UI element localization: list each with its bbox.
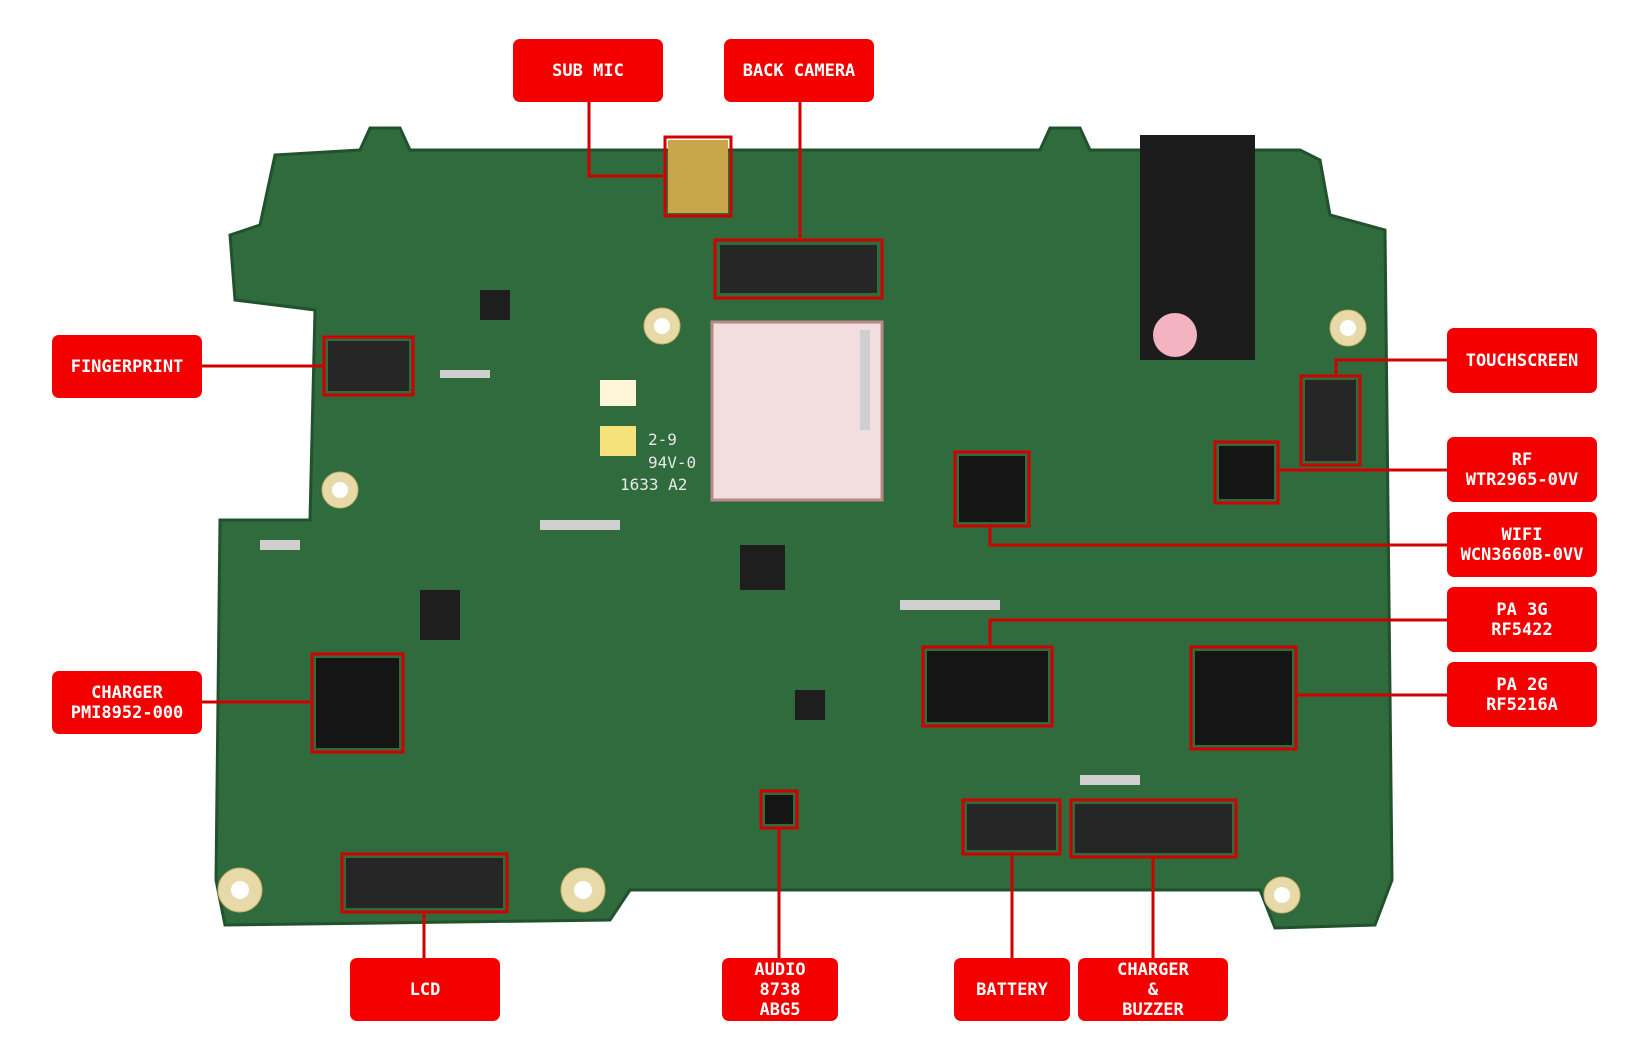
label-charger: CHARGER PMI8952-000 — [52, 671, 202, 734]
board-marking: 94V-0 — [648, 453, 696, 472]
label-charger-buzzer: CHARGER & BUZZER — [1078, 958, 1228, 1021]
pcb-diagram: 2-9 94V-0 1633 A2 — [202, 102, 1447, 958]
label-text: LCD — [409, 979, 441, 1000]
label-text: RF5422 — [1491, 619, 1553, 640]
label-text: BUZZER — [1122, 999, 1184, 1020]
label-touchscreen: TOUCHSCREEN — [1447, 328, 1597, 393]
label-text: WCN3660B-0VV — [1460, 544, 1584, 565]
label-rf: RF WTR2965-0VV — [1447, 437, 1597, 502]
label-text: CHARGER — [91, 682, 163, 703]
label-pa-3g: PA 3G RF5422 — [1447, 587, 1597, 652]
label-text: SUB MIC — [552, 60, 624, 81]
shield-window — [710, 320, 884, 502]
label-text: FINGERPRINT — [70, 356, 184, 377]
label-text: PMI8952-000 — [70, 702, 184, 723]
label-text: WTR2965-0VV — [1465, 469, 1579, 490]
label-text: 8738 — [759, 979, 801, 1000]
board-marking: 1633 A2 — [620, 475, 687, 494]
label-sub-mic: SUB MIC — [513, 39, 663, 102]
label-text: TOUCHSCREEN — [1465, 350, 1579, 371]
label-text: RF — [1511, 449, 1533, 470]
label-text: WIFI — [1501, 524, 1543, 545]
label-text: RF5216A — [1486, 694, 1558, 715]
label-text: CHARGER — [1117, 959, 1189, 980]
label-lcd: LCD — [350, 958, 500, 1021]
label-battery: BATTERY — [954, 958, 1070, 1021]
label-text: PA 2G — [1496, 674, 1548, 695]
label-text: AUDIO — [754, 959, 806, 980]
label-text: & — [1147, 979, 1159, 1000]
label-audio: AUDIO 8738 ABG5 — [722, 958, 838, 1021]
label-wifi: WIFI WCN3660B-0VV — [1447, 512, 1597, 577]
label-back-camera: BACK CAMERA — [724, 39, 874, 102]
label-text: BATTERY — [976, 979, 1048, 1000]
board-marking: 2-9 — [648, 430, 677, 449]
label-text: BACK CAMERA — [742, 60, 856, 81]
label-fingerprint: FINGERPRINT — [52, 335, 202, 398]
label-text: ABG5 — [759, 999, 801, 1020]
label-text: PA 3G — [1496, 599, 1548, 620]
label-pa-2g: PA 2G RF5216A — [1447, 662, 1597, 727]
